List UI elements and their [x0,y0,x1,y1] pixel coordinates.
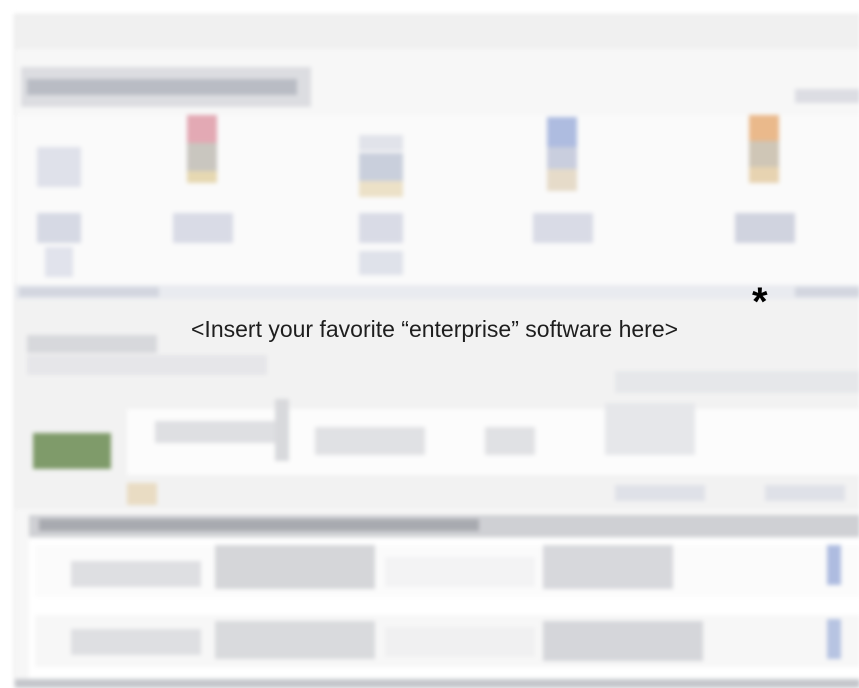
filter-right-link-2[interactable] [765,485,845,501]
ribbon-group-3-icon-5[interactable] [359,251,403,275]
grid-row-1-cell-3 [385,557,535,587]
grid-row-1-scroll[interactable] [827,545,841,585]
ribbon-group-4-icon[interactable] [533,213,593,243]
ribbon-group-3-icon-4[interactable] [359,213,403,243]
ribbon-group-3-icon-2[interactable] [359,153,403,181]
ribbon-red-icon-sub-2[interactable] [187,171,217,183]
filter-area [15,299,859,509]
header-right-block [795,89,859,103]
grid-header-text [39,519,479,531]
ribbon-group-1-icon-2[interactable] [37,213,81,243]
grid-row-2-scroll[interactable] [827,619,841,659]
ribbon [15,115,859,295]
title-bar [15,15,859,49]
search-text-blur-4 [485,427,535,455]
ribbon-group-5-icon[interactable] [735,213,795,243]
search-text-blur-5 [605,403,695,455]
filter-label-row [27,335,157,353]
search-text-blur-1 [155,421,285,443]
grid-row-1-cell-4 [543,545,673,589]
ribbon-orange-icon[interactable] [749,115,779,141]
ribbon-label-left [19,287,159,297]
ribbon-group-1-icon-3[interactable] [45,247,73,277]
ribbon-label-right [795,287,859,297]
filter-chip[interactable] [127,483,157,505]
ribbon-group-3-icon[interactable] [359,135,403,151]
blurred-app-window [14,14,859,688]
grid-row-1-cell-2 [215,545,375,589]
go-button[interactable] [33,433,111,469]
ribbon-group-1-icon[interactable] [37,147,81,187]
filter-right-row [615,371,859,393]
grid-row-2-cell-4 [543,621,703,661]
search-text-blur-3 [315,427,425,455]
filter-tab-row [27,355,267,375]
ribbon-blue-icon-sub[interactable] [547,147,577,169]
grid-row-2-cell-2 [215,621,375,659]
ribbon-blue-icon[interactable] [547,117,577,147]
ribbon-red-icon[interactable] [187,115,217,143]
search-text-blur-2 [275,399,289,461]
filter-right-link-1[interactable] [615,485,705,501]
grid-row-2-cell-1 [71,629,201,655]
title-text-blur [27,79,297,95]
ribbon-group-3-icon-3[interactable] [359,181,403,197]
ribbon-group-2-icon[interactable] [173,213,233,243]
ribbon-blue-icon-sub-2[interactable] [547,169,577,191]
grid-row-2-cell-3 [385,627,535,657]
ribbon-orange-icon-sub[interactable] [749,141,779,167]
ribbon-orange-icon-sub-2[interactable] [749,167,779,183]
ribbon-red-icon-sub[interactable] [187,143,217,171]
grid-row-1-cell-1 [71,561,201,587]
